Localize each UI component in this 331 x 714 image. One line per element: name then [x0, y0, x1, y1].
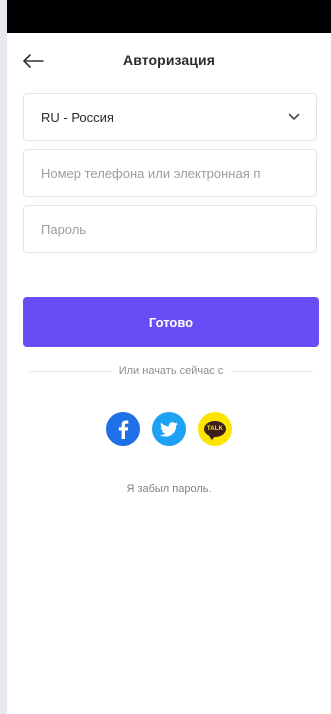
- country-select-value: RU - Россия: [41, 109, 114, 125]
- country-select[interactable]: RU - Россия: [23, 93, 317, 141]
- header: Авторизация: [7, 33, 331, 87]
- back-button[interactable]: [19, 47, 47, 75]
- login-field-wrapper: [23, 149, 317, 197]
- app-screen: Авторизация RU - Россия Готово Или начат…: [7, 0, 331, 714]
- divider-text: Или начать сейчас с: [118, 365, 224, 377]
- chevron-down-icon: [288, 113, 300, 121]
- submit-button[interactable]: Готово: [23, 297, 319, 347]
- login-form: RU - Россия: [7, 87, 331, 253]
- kakaotalk-icon-label: TALK: [206, 426, 224, 432]
- page-title: Авторизация: [123, 52, 215, 68]
- arrow-left-icon: [23, 54, 44, 68]
- divider-line-left: [29, 370, 111, 372]
- password-field-wrapper: [23, 205, 317, 253]
- kakaotalk-icon: TALK: [204, 421, 226, 440]
- status-bar: [7, 0, 331, 33]
- alt-login-divider: Или начать сейчас с: [29, 365, 314, 377]
- twitter-login-button[interactable]: [152, 412, 186, 446]
- kakaotalk-login-button[interactable]: TALK: [198, 412, 232, 446]
- facebook-icon: [118, 420, 129, 439]
- twitter-icon: [160, 421, 178, 437]
- facebook-login-button[interactable]: [106, 412, 140, 446]
- social-login-row: TALK: [7, 412, 331, 446]
- divider-line-right: [231, 370, 314, 372]
- forgot-password-link[interactable]: Я забыл пароль.: [7, 483, 331, 495]
- password-input[interactable]: [41, 221, 300, 237]
- phone-or-email-input[interactable]: [41, 165, 300, 181]
